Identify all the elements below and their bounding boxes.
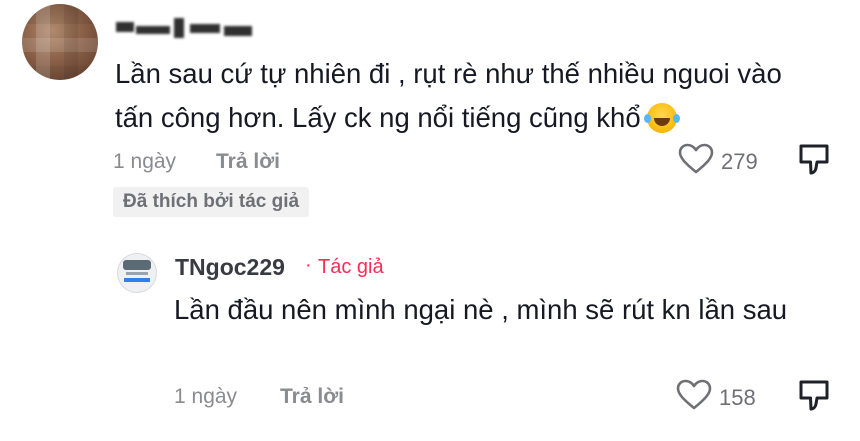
reply-avatar[interactable] — [117, 253, 157, 293]
comment-text-content: Lần sau cứ tự nhiên đi , rụt rè như thế … — [115, 58, 782, 133]
reply-time: 1 ngày — [174, 385, 238, 408]
commenter-avatar[interactable] — [22, 4, 98, 80]
heart-outline-icon — [678, 143, 714, 174]
reply-like-button[interactable] — [676, 379, 712, 411]
comment-text: Lần sau cứ tự nhiên đi , rụt rè như thế … — [115, 52, 820, 140]
comment-reply-button[interactable]: Trả lời — [216, 150, 280, 174]
reply-reply-button[interactable]: Trả lời — [280, 385, 344, 409]
dislike-icon — [799, 380, 829, 411]
comment-like-button[interactable] — [678, 143, 714, 175]
liked-by-author-badge: Đã thích bởi tác giả — [113, 187, 310, 217]
commenter-username-redacted[interactable] — [116, 14, 254, 42]
comment-time: 1 ngày — [113, 150, 177, 173]
comment-like-count: 279 — [721, 149, 758, 174]
author-tag: Tác giả — [318, 256, 384, 278]
reply-username[interactable]: TNgoc229 — [175, 254, 285, 281]
reply-like-count: 158 — [719, 385, 756, 410]
heart-outline-icon — [676, 379, 712, 410]
reply-text: Lần đầu nên mình ngại nè , mình sẽ rút k… — [174, 294, 788, 325]
reply-dislike-button[interactable] — [797, 378, 831, 412]
emoji-laugh-icon — [643, 103, 677, 133]
comment-dislike-button[interactable] — [797, 142, 831, 176]
separator-dot: · — [305, 254, 312, 276]
dislike-icon — [799, 144, 829, 175]
